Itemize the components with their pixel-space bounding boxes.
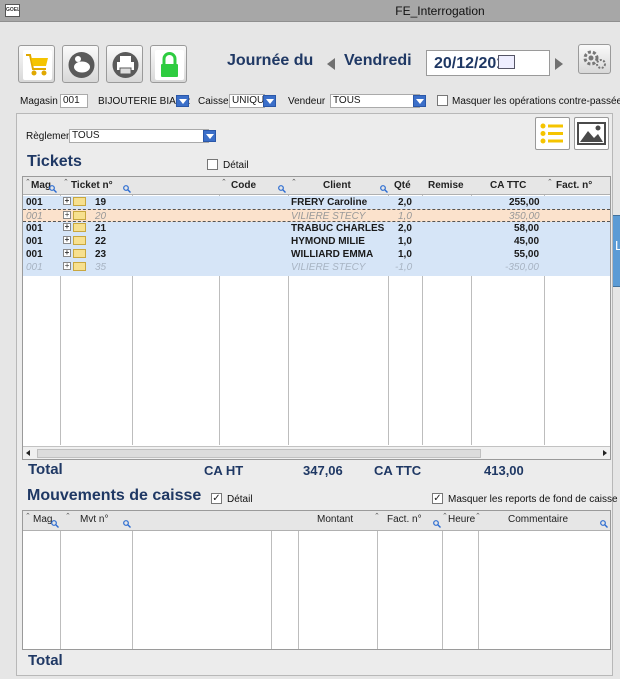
list-view-button[interactable]: [535, 117, 570, 150]
col-mvt-fact[interactable]: Fact. n°: [387, 514, 422, 525]
tickets-grid-header: ⌃ Mag ⌃ Ticket n° ⌃ Code ⌃ Client Qté Re…: [23, 177, 610, 195]
col-client[interactable]: Client: [323, 180, 351, 191]
magasin-code-field[interactable]: 001: [60, 94, 88, 108]
tickets-grid[interactable]: ⌃ Mag ⌃ Ticket n° ⌃ Code ⌃ Client Qté Re…: [22, 176, 611, 460]
folder-icon: [73, 197, 86, 206]
piggy-bank-icon: [68, 52, 95, 78]
ca-ht-label: CA HT: [204, 463, 244, 478]
col-code[interactable]: Code: [231, 180, 256, 191]
journee-label: Journée du: [227, 52, 314, 69]
tickets-title: Tickets: [27, 153, 82, 170]
magasin-label: Magasin: [20, 96, 58, 107]
lock-button[interactable]: [150, 45, 187, 83]
printer-icon: [112, 52, 139, 78]
col-mvt-mag[interactable]: Mag: [33, 514, 52, 525]
col-mvt-num[interactable]: Mvt n°: [80, 514, 108, 525]
mouvements-grid[interactable]: ⌃ Mag ⌃ Mvt n° Montant ⌃ Fact. n° ⌃ Heur…: [22, 510, 611, 650]
mouvements-total-label: Total: [28, 652, 63, 669]
vendeur-field[interactable]: TOUS: [330, 94, 420, 108]
window-title: FE_Interrogation: [395, 4, 485, 18]
reglement-field[interactable]: TOUS: [69, 129, 209, 143]
caisse-field[interactable]: UNIQUE: [229, 94, 265, 108]
search-icon[interactable]: [51, 520, 59, 528]
mouvements-grid-header: ⌃ Mag ⌃ Mvt n° Montant ⌃ Fact. n° ⌃ Heur…: [23, 511, 610, 531]
previous-day-arrow-icon[interactable]: [327, 58, 335, 70]
tickets-total-label: Total: [28, 461, 63, 478]
col-montant[interactable]: Montant: [317, 514, 353, 525]
ca-ttc-label: CA TTC: [374, 463, 422, 478]
search-icon[interactable]: [380, 185, 388, 193]
search-icon[interactable]: [49, 185, 57, 193]
vendeur-dropdown-icon[interactable]: [413, 95, 426, 107]
folder-icon: [73, 236, 86, 245]
masquer-contrepassees-label: Masquer les opérations contre-passées: [452, 96, 620, 107]
masquer-contrepassees-checkbox[interactable]: [437, 95, 448, 106]
search-icon[interactable]: [433, 520, 441, 528]
mouvements-detail-checkbox[interactable]: ✓: [211, 493, 222, 504]
ca-ttc-value: 413,00: [484, 463, 524, 478]
piggybank-button[interactable]: [62, 45, 99, 83]
window-titlebar: GOELS FE_Interrogation: [0, 0, 620, 22]
col-commentaire[interactable]: Commentaire: [508, 514, 568, 525]
col-qte[interactable]: Qté: [394, 180, 411, 191]
image-icon: [577, 122, 606, 145]
scroll-right-icon: [603, 450, 607, 456]
search-icon[interactable]: [600, 520, 608, 528]
col-mag[interactable]: Mag: [31, 180, 51, 191]
callout-text: L: [615, 238, 620, 253]
mouvements-title: Mouvements de caisse: [27, 487, 202, 504]
settings-button[interactable]: [578, 44, 611, 74]
masquer-reports-label: Masquer les reports de fond de caisse: [448, 494, 618, 505]
col-ticket[interactable]: Ticket n°: [71, 180, 113, 191]
reglement-dropdown-icon[interactable]: [203, 130, 216, 142]
folder-icon: [73, 249, 86, 258]
scroll-left-icon: [26, 450, 30, 456]
cart-button[interactable]: [18, 45, 55, 83]
magasin-dropdown-icon[interactable]: [176, 95, 189, 107]
table-row[interactable]: 001 + 22 HYMOND MILIE 1,0 45,00: [23, 235, 610, 248]
vendeur-label: Vendeur: [288, 96, 326, 107]
table-row[interactable]: 001 + 19 FRERY Caroline 2,0 255,00: [23, 196, 610, 209]
date-field[interactable]: 20/12/2019: [426, 50, 550, 76]
caisse-label: Caisse: [198, 96, 229, 107]
print-button[interactable]: [106, 45, 143, 83]
reglement-label: Règlement: [26, 131, 75, 142]
search-icon[interactable]: [278, 185, 286, 193]
table-row[interactable]: 001 + 21 TRABUC CHARLES 2,0 58,00: [23, 222, 610, 235]
masquer-reports-checkbox[interactable]: ✓: [432, 493, 443, 504]
col-fact[interactable]: Fact. n°: [556, 180, 592, 191]
cart-icon: [23, 50, 52, 80]
folder-icon: [73, 223, 86, 232]
folder-icon: [73, 262, 86, 271]
app-icon: GOELS: [5, 4, 20, 17]
list-icon: [540, 123, 563, 144]
search-icon[interactable]: [123, 185, 131, 193]
col-heure[interactable]: Heure: [448, 514, 475, 525]
ca-ht-value: 347,06: [303, 463, 343, 478]
tickets-detail-label: Détail: [223, 160, 249, 171]
lock-icon: [155, 50, 184, 80]
tickets-detail-checkbox[interactable]: [207, 159, 218, 170]
tickets-horizontal-scrollbar[interactable]: [23, 446, 610, 459]
caisse-dropdown-icon[interactable]: [263, 95, 276, 107]
day-name: Vendredi: [344, 52, 412, 69]
col-remise[interactable]: Remise: [428, 180, 464, 191]
image-view-button[interactable]: [574, 117, 609, 150]
table-row[interactable]: 001 + 35 VILIERE STECY -1,0 -350,00: [23, 261, 610, 276]
table-row[interactable]: 001 + 20 VILIERE STECY 1,0 350,00: [23, 209, 610, 222]
folder-icon: [73, 211, 86, 220]
table-row[interactable]: 001 + 23 WILLIARD EMMA 1,0 55,00: [23, 248, 610, 261]
search-icon[interactable]: [123, 520, 131, 528]
calendar-icon[interactable]: [498, 55, 515, 69]
mouvements-detail-label: Détail: [227, 494, 253, 505]
col-ca-ttc[interactable]: CA TTC: [490, 180, 526, 191]
gear-icon: [583, 50, 606, 69]
next-day-arrow-icon[interactable]: [555, 58, 563, 70]
